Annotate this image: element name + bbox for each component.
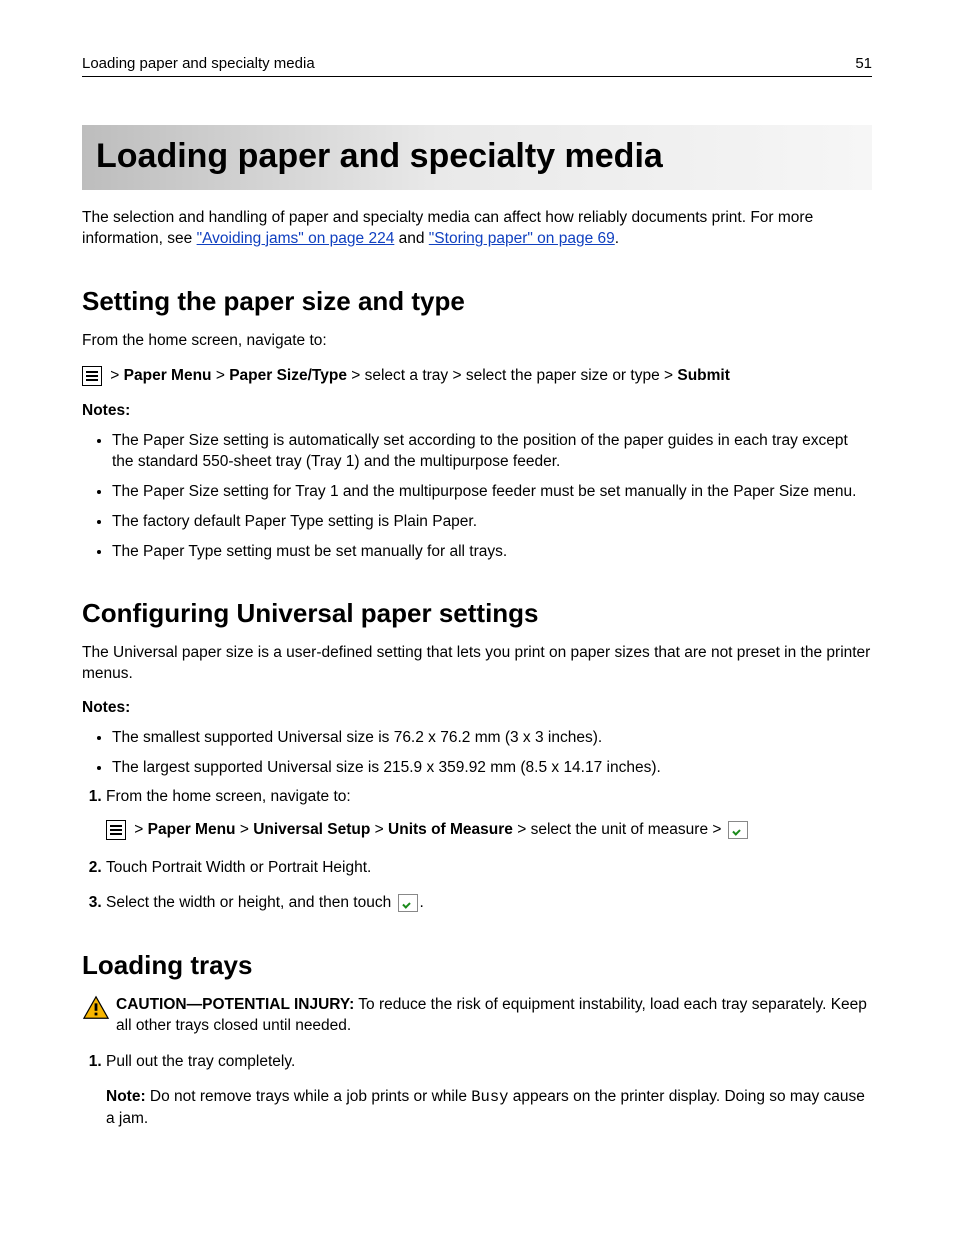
list-item: The largest supported Universal size is …	[112, 757, 872, 779]
s2-notes-label: Notes:	[82, 699, 872, 717]
list-item: The Paper Type setting must be set manua…	[112, 541, 872, 563]
heading-loading-trays: Loading trays	[82, 950, 872, 981]
checkmark-icon	[398, 894, 418, 912]
step-item: Select the width or height, and then tou…	[106, 892, 872, 914]
step-note: Note: Do not remove trays while a job pr…	[106, 1086, 872, 1130]
caution-block: CAUTION—POTENTIAL INJURY: To reduce the …	[82, 995, 872, 1037]
link-avoiding-jams[interactable]: "Avoiding jams" on page 224	[197, 230, 395, 247]
caution-text: CAUTION—POTENTIAL INJURY: To reduce the …	[116, 995, 872, 1037]
step-item: From the home screen, navigate to: > Pap…	[106, 786, 872, 841]
heading-configuring-universal: Configuring Universal paper settings	[82, 598, 872, 629]
list-item: The smallest supported Universal size is…	[112, 727, 872, 749]
step-item: Pull out the tray completely. Note: Do n…	[106, 1051, 872, 1130]
intro-paragraph: The selection and handling of paper and …	[82, 208, 872, 250]
header-section: Loading paper and specialty media	[82, 55, 315, 72]
s3-steps: Pull out the tray completely. Note: Do n…	[82, 1051, 872, 1130]
page-title: Loading paper and specialty media	[96, 137, 858, 176]
s1-lead: From the home screen, navigate to:	[82, 331, 872, 352]
list-item: The Paper Size setting for Tray 1 and th…	[112, 481, 872, 503]
s2-steps: From the home screen, navigate to: > Pap…	[82, 786, 872, 914]
s1-notes-list: The Paper Size setting is automatically …	[82, 430, 872, 562]
title-bar: Loading paper and specialty media	[82, 125, 872, 190]
s1-nav-path: > Paper Menu > Paper Size/Type > select …	[82, 366, 872, 386]
s2-nav-path: > Paper Menu > Universal Setup > Units o…	[106, 819, 872, 841]
s1-notes-label: Notes:	[82, 402, 872, 420]
list-item: The Paper Size setting is automatically …	[112, 430, 872, 473]
caution-icon	[82, 995, 110, 1037]
step-item: Touch Portrait Width or Portrait Height.	[106, 857, 872, 879]
heading-setting-paper-size: Setting the paper size and type	[82, 286, 872, 317]
s2-notes-list: The smallest supported Universal size is…	[82, 727, 872, 778]
running-header: Loading paper and specialty media 51	[82, 55, 872, 77]
header-page-number: 51	[855, 55, 872, 72]
link-storing-paper[interactable]: "Storing paper" on page 69	[429, 230, 615, 247]
document-page: Loading paper and specialty media 51 Loa…	[0, 0, 954, 1204]
list-item: The factory default Paper Type setting i…	[112, 511, 872, 533]
s2-lead: The Universal paper size is a user‑defin…	[82, 643, 872, 685]
menu-icon	[106, 820, 126, 840]
checkmark-icon	[728, 821, 748, 839]
menu-icon	[82, 366, 102, 386]
